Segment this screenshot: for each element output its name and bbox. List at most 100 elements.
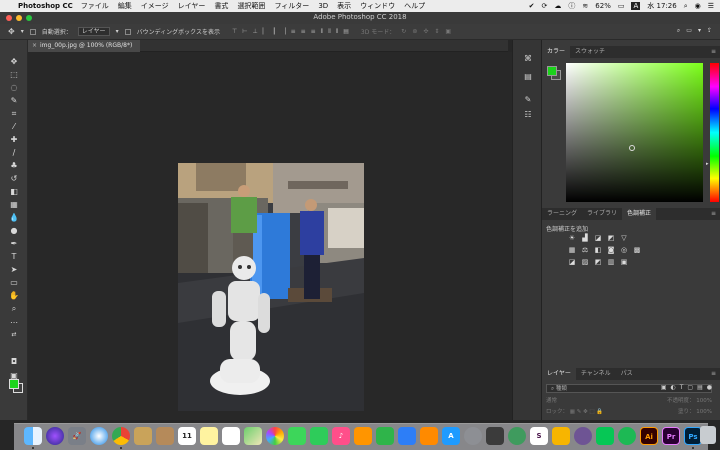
posterize-icon[interactable]: ▨: [581, 259, 589, 266]
move-tool-preset-icon[interactable]: ✥: [8, 27, 15, 36]
auto-align-icon[interactable]: ▤: [343, 28, 349, 36]
filter-type-icon[interactable]: T: [680, 384, 684, 391]
lasso-tool-icon[interactable]: ◌: [8, 82, 20, 93]
calendar-icon[interactable]: 11: [178, 427, 196, 445]
tab-layers[interactable]: レイヤー: [542, 368, 576, 380]
tab-paths[interactable]: パス: [616, 368, 638, 380]
brush-settings-panel-icon[interactable]: ✎: [522, 95, 534, 105]
color-panel-menu-icon[interactable]: ≡: [711, 46, 716, 58]
brush-tool-icon[interactable]: ∕: [8, 147, 20, 158]
align-left-icon[interactable]: ▏: [263, 28, 268, 36]
tab-color[interactable]: カラー: [542, 46, 571, 58]
brightness-contrast-icon[interactable]: ☀: [568, 235, 576, 242]
document-tab[interactable]: × img_00p.jpg @ 100% (RGB/8*): [28, 40, 140, 52]
distribute-hcenter-icon[interactable]: ⫴: [328, 28, 331, 36]
color-panel-foreground-swatch[interactable]: [547, 66, 557, 76]
adjustments-panel-icon[interactable]: ☷: [522, 110, 534, 120]
menu-app-name[interactable]: Photoshop CC: [18, 2, 73, 10]
menu-filter[interactable]: フィルター: [274, 1, 309, 11]
maps-icon[interactable]: [244, 427, 262, 445]
clock[interactable]: 水 17:26: [647, 1, 676, 11]
battery-percent[interactable]: 62%: [595, 2, 611, 10]
menu-help[interactable]: ヘルプ: [404, 1, 425, 11]
workspace-icon[interactable]: ▭: [686, 27, 692, 35]
pen-tool-icon[interactable]: ✒: [8, 238, 20, 249]
search-icon[interactable]: ⌕: [677, 27, 680, 35]
illustrator-icon[interactable]: Ai: [640, 427, 658, 445]
gradient-map-icon[interactable]: ▥: [607, 259, 615, 266]
filter-toggle-icon[interactable]: ●: [707, 384, 712, 391]
messages-icon[interactable]: [288, 427, 306, 445]
distribute-left-icon[interactable]: ⫴: [321, 28, 324, 36]
3d-scale-icon[interactable]: ▣: [445, 28, 451, 35]
canvas-area[interactable]: [28, 52, 512, 420]
crop-tool-icon[interactable]: ⌗: [8, 108, 20, 119]
share-icon[interactable]: ⇪: [707, 27, 712, 35]
show-transform-controls-checkbox[interactable]: [124, 28, 131, 35]
channel-mixer-icon[interactable]: ◎: [620, 247, 628, 254]
preset-dropdown-icon[interactable]: ▾: [21, 28, 24, 35]
auto-select-target-select[interactable]: レイヤー: [77, 27, 110, 36]
quick-selection-tool-icon[interactable]: ✎: [8, 95, 20, 106]
move-tool-icon[interactable]: ✥: [8, 56, 20, 67]
tab-libraries[interactable]: ライブラリ: [582, 208, 622, 220]
history-panel-icon[interactable]: ⌘: [522, 54, 534, 64]
spotlight-icon[interactable]: ⌕: [684, 2, 688, 11]
hand-tool-icon[interactable]: ✋: [8, 290, 20, 301]
type-tool-icon[interactable]: T: [8, 251, 20, 262]
distribute-top-icon[interactable]: ≡: [291, 28, 296, 36]
wifi-icon[interactable]: ≋: [582, 2, 588, 10]
menu-3d[interactable]: 3D: [318, 2, 328, 10]
curves-icon[interactable]: ◪: [594, 235, 602, 242]
sketch-icon[interactable]: [552, 427, 570, 445]
healing-brush-tool-icon[interactable]: ✚: [8, 134, 20, 145]
status-refresh-icon[interactable]: ⟳: [542, 2, 548, 10]
siri-icon[interactable]: ◉: [695, 2, 701, 10]
gradient-tool-icon[interactable]: ▦: [8, 199, 20, 210]
menu-type[interactable]: 書式: [214, 1, 228, 11]
system-preferences-icon[interactable]: [464, 427, 482, 445]
notes-icon[interactable]: [200, 427, 218, 445]
distribute-vcenter-icon[interactable]: ≡: [301, 28, 306, 36]
premiere-icon[interactable]: Pr: [662, 427, 680, 445]
line-icon[interactable]: [596, 427, 614, 445]
battery-icon[interactable]: ▭: [618, 2, 625, 10]
input-mode-icon[interactable]: A: [631, 2, 641, 10]
tab-adjustments[interactable]: 色調補正: [622, 208, 657, 220]
trash-icon[interactable]: [700, 426, 716, 444]
history-brush-tool-icon[interactable]: ↺: [8, 173, 20, 184]
lock-icons[interactable]: ▦ ✎ ✥ ⬚ 🔒: [570, 409, 603, 415]
hue-saturation-icon[interactable]: ▦: [568, 247, 576, 254]
color-lookup-icon[interactable]: ▩: [633, 247, 641, 254]
color-picker-field[interactable]: [566, 63, 703, 202]
eyedropper-tool-icon[interactable]: ⁄: [8, 121, 20, 132]
menu-layer[interactable]: レイヤー: [178, 1, 206, 11]
black-white-icon[interactable]: ◧: [594, 247, 602, 254]
3d-roll-icon[interactable]: ⊛: [412, 28, 417, 35]
3d-slide-icon[interactable]: ⇕: [434, 28, 439, 35]
tab-channels[interactable]: チャンネル: [576, 368, 616, 380]
properties-panel-icon[interactable]: ▤: [522, 72, 534, 82]
more-tools-icon[interactable]: ⋯: [8, 317, 20, 328]
menu-window[interactable]: ウィンドウ: [360, 1, 395, 11]
align-right-icon[interactable]: ▕: [281, 28, 286, 36]
3d-rotate-icon[interactable]: ↻: [401, 28, 406, 35]
align-bottom-icon[interactable]: ⊥: [252, 28, 257, 36]
filter-smart-object-icon[interactable]: ▤: [697, 384, 703, 391]
photos-icon[interactable]: [266, 427, 284, 445]
auto-select-checkbox[interactable]: [29, 28, 36, 35]
quick-mask-icon[interactable]: ◘: [8, 356, 20, 367]
close-document-icon[interactable]: ×: [32, 40, 37, 52]
workspace-dropdown-icon[interactable]: ▾: [698, 27, 701, 35]
contacts-icon[interactable]: [156, 427, 174, 445]
document-image[interactable]: [178, 163, 364, 411]
adjustments-panel-menu-icon[interactable]: ≡: [711, 208, 716, 220]
levels-icon[interactable]: ▟: [581, 235, 589, 242]
clone-stamp-tool-icon[interactable]: ♣: [8, 160, 20, 171]
vibrance-icon[interactable]: ▽: [620, 235, 628, 242]
menu-view[interactable]: 表示: [337, 1, 351, 11]
color-balance-icon[interactable]: ⚖: [581, 247, 589, 254]
slack-icon[interactable]: S: [530, 427, 548, 445]
exposure-icon[interactable]: ◩: [607, 235, 615, 242]
3d-drag-icon[interactable]: ✣: [423, 28, 428, 35]
